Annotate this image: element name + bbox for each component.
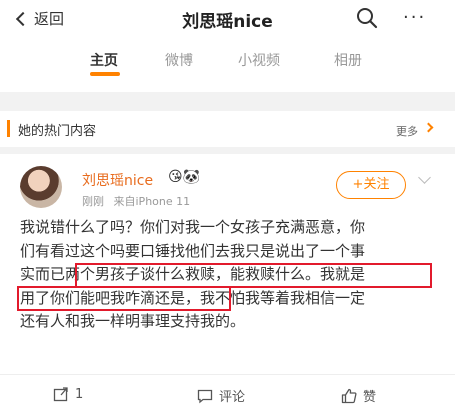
tab-home[interactable]: 主页 — [90, 50, 118, 70]
post-meta: 刚刚 来自iPhone 11 — [82, 193, 190, 209]
thumbs-up-icon — [341, 388, 357, 403]
tab-short-video[interactable]: 小视频 — [238, 50, 280, 70]
clipped-content — [0, 80, 455, 92]
search-icon[interactable] — [356, 7, 378, 29]
repost-count: 1 — [75, 386, 84, 402]
profile-tabs: 主页 微博 小视频 相册 — [0, 38, 455, 80]
post-line: 我说错什么了吗？你们对我一个女孩子充满恶意，你 — [20, 218, 366, 236]
repost-button[interactable]: 1 — [53, 386, 83, 402]
like-label: 赞 — [363, 390, 377, 405]
more-icon[interactable]: ··· — [403, 9, 426, 27]
tab-album[interactable]: 相册 — [334, 50, 362, 70]
like-button[interactable]: 赞 — [341, 386, 376, 405]
comment-label: 评论 — [219, 390, 246, 405]
post-line: 还有人和我一样明事理支持我的。 — [20, 312, 246, 330]
comment-icon — [197, 389, 213, 403]
author-name[interactable]: 刘思瑶nice — [82, 170, 153, 190]
avatar[interactable] — [20, 166, 62, 208]
emoji-badges: 😘🐼 — [168, 169, 201, 185]
section-title: 她的热门内容 — [18, 124, 97, 139]
more-link[interactable]: 更多 — [396, 123, 418, 139]
repost-icon — [53, 387, 68, 402]
post-source: 来自iPhone 11 — [113, 195, 191, 208]
active-tab-indicator — [90, 72, 120, 76]
post-actions: 1 评论 赞 — [0, 374, 455, 414]
top-bar: 返回 刘思瑶nice ··· — [0, 0, 455, 38]
chevron-down-icon[interactable] — [418, 171, 431, 184]
highlight-box — [75, 263, 432, 288]
section-accent-bar — [7, 120, 10, 137]
hot-content-header: 她的热门内容 更多 — [0, 111, 455, 147]
tab-weibo[interactable]: 微博 — [165, 50, 193, 70]
follow-button[interactable]: +关注 — [336, 171, 406, 199]
comment-button[interactable]: 评论 — [197, 386, 245, 405]
post-time: 刚刚 — [82, 195, 104, 208]
post-line: 们有看过这个吗要口锤找他们去我只是说出了一个事 — [20, 241, 366, 260]
chevron-right-icon[interactable] — [423, 122, 434, 133]
page-title: 刘思瑶nice — [182, 12, 273, 32]
highlight-box — [17, 286, 231, 311]
